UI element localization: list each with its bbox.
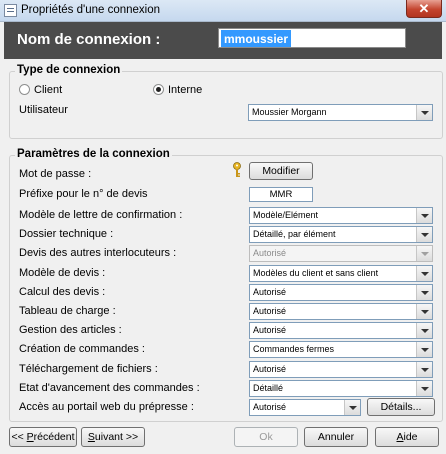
articles-management-value: Autorisé [253, 325, 287, 336]
file-download-value: Autorisé [253, 363, 287, 374]
file-download-label: Téléchargement de fichiers : [19, 362, 158, 375]
orders-creation-value: Commandes fermes [253, 344, 335, 355]
orders-progress-value: Détaillé [253, 382, 284, 393]
chevron-down-icon [416, 246, 432, 262]
quote-prefix-label: Préfixe pour le n° de devis [19, 188, 148, 200]
other-contacts-quotes-value: Autorisé [253, 248, 287, 259]
articles-management-label: Gestion des articles : [19, 324, 122, 337]
key-icon [233, 162, 241, 177]
other-contacts-quotes-select[interactable]: Autorisé [249, 245, 433, 263]
technical-file-value: Détaillé, par élément [253, 229, 336, 240]
technical-file-label: Dossier technique : [19, 228, 114, 241]
orders-creation-label: Création de commandes : [19, 343, 145, 356]
chevron-down-icon [416, 284, 432, 300]
other-contacts-quotes-label: Devis des autres interlocuteurs : [19, 247, 177, 260]
confirmation-letter-model-label: Modèle de lettre de confirmation : [19, 209, 183, 221]
chevron-down-icon [416, 265, 432, 281]
load-table-label: Tableau de charge : [19, 305, 116, 317]
confirmation-letter-model-value: Modèle/Elément [253, 210, 319, 220]
chevron-down-icon [416, 380, 432, 396]
connection-name-input[interactable]: mmoussier [218, 28, 406, 48]
chevron-down-icon [416, 323, 432, 339]
previous-rest: récédent [33, 431, 75, 443]
chevron-down-icon [416, 227, 432, 243]
next-accel: S [87, 431, 95, 443]
next-button[interactable]: Suivant >> [81, 427, 145, 447]
chevron-down-icon [416, 208, 432, 223]
orders-progress-select[interactable]: Détaillé [249, 379, 433, 397]
previous-accel: P [26, 431, 34, 443]
previous-button[interactable]: << Précédent [9, 427, 77, 447]
cancel-button[interactable]: Annuler [304, 427, 368, 447]
connection-header: Nom de connexion : mmoussier [4, 22, 442, 59]
chevron-down-icon [416, 304, 432, 319]
interne-label[interactable]: Interne [168, 84, 202, 96]
ok-button[interactable]: Ok [234, 427, 298, 447]
client-label[interactable]: Client [34, 84, 62, 96]
help-rest: ide [403, 431, 418, 443]
connection-name-label: Nom de connexion : [17, 31, 161, 48]
window-title: Propriétés d'une connexion [21, 4, 161, 16]
quote-calculation-value: Autorisé [253, 286, 287, 297]
connection-name-value: mmoussier [221, 30, 292, 47]
quote-prefix-input[interactable]: MMR [249, 187, 313, 202]
chevron-down-icon [344, 400, 360, 415]
title-bar: Propriétés d'une connexion ✕ [0, 0, 446, 22]
quote-model-select[interactable]: Modèles du client et sans client [249, 264, 433, 282]
connection-params-group: Paramètres de la connexion Mot de passe … [9, 148, 443, 422]
interne-radio[interactable] [153, 84, 164, 95]
user-label: Utilisateur [19, 104, 68, 116]
articles-management-select[interactable]: Autorisé [249, 322, 433, 340]
connection-type-title: Type de connexion [15, 64, 123, 76]
connection-params-title: Paramètres de la connexion [15, 148, 172, 160]
technical-file-select[interactable]: Détaillé, par élément [249, 226, 433, 244]
prepress-portal-access-value: Autorisé [253, 402, 287, 412]
client-radio[interactable] [19, 84, 30, 95]
help-accel: A [396, 431, 404, 443]
orders-progress-label: Etat d'avancement des commandes : [19, 381, 200, 394]
file-download-select[interactable]: Autorisé [249, 360, 433, 378]
previous-prefix: << [11, 431, 27, 443]
load-table-select[interactable]: Autorisé [249, 303, 433, 320]
chevron-down-icon [416, 361, 432, 377]
quote-calculation-label: Calcul des devis : [19, 285, 106, 298]
prepress-portal-access-label: Accès au portail web du prépresse : [19, 401, 194, 413]
next-rest: uivant >> [94, 431, 139, 443]
confirmation-letter-model-select[interactable]: Modèle/Elément [249, 207, 433, 224]
quote-model-value: Modèles du client et sans client [253, 267, 379, 278]
user-select-value: Moussier Morgann [252, 107, 327, 117]
modify-password-button[interactable]: Modifier [249, 162, 313, 180]
help-button[interactable]: Aide [375, 427, 439, 447]
password-label: Mot de passe : [19, 168, 92, 180]
chevron-down-icon [416, 105, 432, 120]
orders-creation-select[interactable]: Commandes fermes [249, 341, 433, 359]
user-select[interactable]: Moussier Morgann [248, 104, 433, 121]
quote-calculation-select[interactable]: Autorisé [249, 283, 433, 301]
window-icon [4, 4, 17, 17]
prepress-portal-access-select[interactable]: Autorisé [249, 399, 361, 416]
chevron-down-icon [416, 342, 432, 358]
close-button[interactable]: ✕ [406, 0, 442, 18]
connection-type-group: Type de connexion Client Interne Utilisa… [9, 64, 443, 139]
details-button[interactable]: Détails... [367, 398, 435, 416]
load-table-value: Autorisé [253, 306, 287, 316]
quote-model-label: Modèle de devis : [19, 266, 106, 279]
